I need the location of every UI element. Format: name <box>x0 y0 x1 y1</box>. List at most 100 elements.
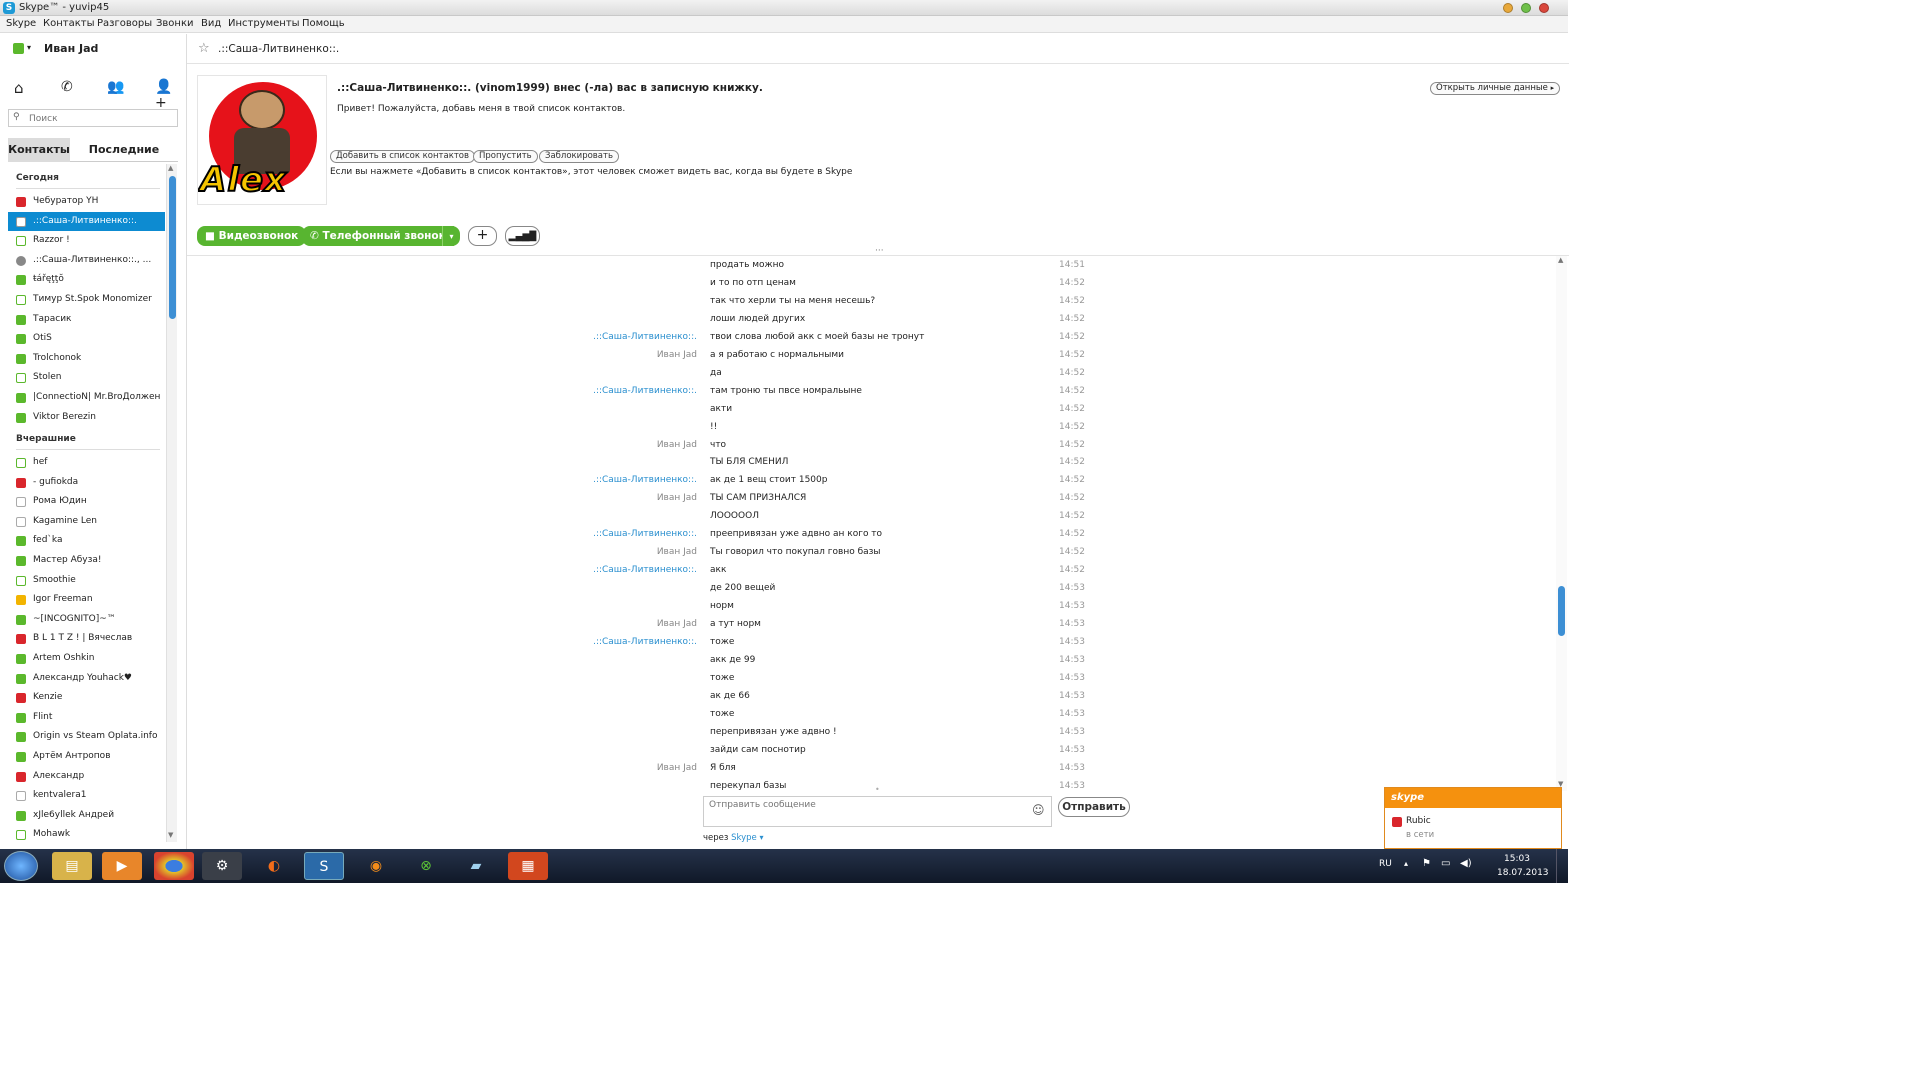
message-sender[interactable]: .::Саша-Литвиненко::. <box>593 475 697 485</box>
search-input[interactable] <box>29 112 174 125</box>
contact-row[interactable]: kentvalera1 <box>8 786 165 806</box>
menu-conversations[interactable]: Разговоры <box>97 18 152 29</box>
contact-row[interactable]: Viktor Berezin <box>8 408 165 428</box>
message-sender[interactable]: .::Саша-Литвиненко::. <box>593 529 697 539</box>
contact-row[interactable]: Александр <box>8 767 165 787</box>
explorer-icon[interactable]: ▤ <box>52 852 92 880</box>
contacts-scrollbar[interactable]: ▲ ▼ <box>166 164 177 842</box>
scroll-up-icon[interactable]: ▲ <box>1558 256 1563 264</box>
close-button[interactable] <box>1539 3 1549 13</box>
emoticon-icon[interactable]: ☺ <box>1032 803 1045 817</box>
message-sender[interactable]: Иван Jad <box>657 493 697 503</box>
contact-row[interactable]: B L 1 T Z ! | Вячеслав <box>8 629 165 649</box>
add-people-button[interactable]: + <box>468 226 497 246</box>
contact-row[interactable]: - gufiokda <box>8 473 165 493</box>
skype-taskbar-icon[interactable]: S <box>304 852 344 880</box>
tab-recent[interactable]: Последние <box>70 138 178 162</box>
menu-view[interactable]: Вид <box>201 18 221 29</box>
contact-row[interactable]: Smoothie <box>8 571 165 591</box>
contact-row[interactable]: Mohawk <box>8 825 165 845</box>
flag-icon[interactable]: ⚑ <box>1422 858 1431 869</box>
contact-row[interactable]: ~[INCOGNITO]~™ <box>8 610 165 630</box>
message-sender[interactable]: Иван Jad <box>657 440 697 450</box>
contact-row[interactable]: Тарасик <box>8 310 165 330</box>
network-icon[interactable]: ▭ <box>1441 858 1450 869</box>
tab-contacts[interactable]: Контакты <box>8 138 70 162</box>
open-profile-button[interactable]: Открыть личные данные ▸ <box>1430 82 1561 95</box>
message-sender[interactable]: .::Саша-Литвиненко::. <box>593 332 697 342</box>
contact-row[interactable]: Igor Freeman <box>8 590 165 610</box>
chrome-icon[interactable] <box>154 852 194 880</box>
media-player-icon[interactable]: ▶ <box>102 852 142 880</box>
menu-calls[interactable]: Звонки <box>156 18 194 29</box>
contact-row[interactable]: Artem Oshkin <box>8 649 165 669</box>
add-contact-icon[interactable]: 👤+ <box>155 79 183 111</box>
maximize-button[interactable] <box>1521 3 1531 13</box>
contact-row[interactable]: Kenzie <box>8 688 165 708</box>
menu-skype[interactable]: Skype <box>6 18 36 29</box>
clock-date[interactable]: 18.07.2013 <box>1497 868 1549 878</box>
contact-row[interactable]: Александр Youhack♥ <box>8 669 165 689</box>
contact-row[interactable]: Рома Юдин <box>8 492 165 512</box>
contact-row[interactable]: Чебуратор YH <box>8 192 165 212</box>
menu-tools[interactable]: Инструменты <box>228 18 300 29</box>
scroll-up-icon[interactable]: ▲ <box>168 164 173 172</box>
contact-row[interactable]: Origin vs Steam Oplata.info <box>8 727 165 747</box>
message-sender[interactable]: Иван Jad <box>657 350 697 360</box>
minimize-button[interactable] <box>1503 3 1513 13</box>
message-composer[interactable]: ☺ <box>703 796 1052 827</box>
phone-icon[interactable]: ✆ <box>61 79 73 95</box>
message-sender[interactable]: Иван Jad <box>657 619 697 629</box>
start-button[interactable] <box>4 851 38 881</box>
contact-row[interactable]: fed`ka <box>8 531 165 551</box>
clock-time[interactable]: 15:03 <box>1504 854 1530 864</box>
contact-row[interactable]: ŧářęţţŏ <box>8 270 165 290</box>
skip-button[interactable]: Пропустить <box>473 150 538 163</box>
menu-contacts[interactable]: Контакты <box>43 18 94 29</box>
notes-icon[interactable]: ▰ <box>456 852 496 880</box>
contact-row[interactable]: Артём Антропов <box>8 747 165 767</box>
favorite-star-icon[interactable]: ☆ <box>198 41 210 56</box>
chat-scrollbar[interactable]: ▲ ▼ <box>1556 256 1567 791</box>
scrollbar-thumb[interactable] <box>1558 586 1565 636</box>
scroll-down-icon[interactable]: ▼ <box>168 831 173 839</box>
volume-icon[interactable]: ◀) <box>1460 858 1472 869</box>
add-to-contacts-button[interactable]: Добавить в список контактов <box>330 150 476 163</box>
status-selector[interactable]: ▾ <box>13 43 37 55</box>
message-input[interactable] <box>709 800 1027 824</box>
contact-row[interactable]: Stolen <box>8 368 165 388</box>
send-button[interactable]: Отправить <box>1058 797 1130 817</box>
contact-row[interactable]: OtiS <box>8 329 165 349</box>
search-box[interactable]: ⚲ <box>8 109 178 127</box>
contact-row[interactable]: Тимур St.Spok Monomizer <box>8 290 165 310</box>
phone-call-button[interactable]: ✆ Телефонный звонок <box>302 226 454 246</box>
contacts-icon[interactable]: 👥 <box>107 79 124 95</box>
message-sender[interactable]: Иван Jad <box>657 763 697 773</box>
message-sender[interactable]: .::Саша-Литвиненко::. <box>593 386 697 396</box>
origin-icon[interactable]: ◐ <box>254 852 294 880</box>
call-options-dropdown[interactable]: ▾ <box>442 226 460 246</box>
message-sender[interactable]: .::Саша-Литвиненко::. <box>593 637 697 647</box>
contact-row[interactable]: |ConnectioN| Mr.BroДолжен <box>8 388 165 408</box>
contact-row[interactable]: Flint <box>8 708 165 728</box>
profile-name[interactable]: Иван Jad <box>44 42 98 55</box>
tray-arrow-icon[interactable]: ▴ <box>1404 859 1408 868</box>
menu-help[interactable]: Помощь <box>302 18 345 29</box>
home-icon[interactable]: ⌂ <box>14 79 24 97</box>
message-sender[interactable]: Иван Jad <box>657 547 697 557</box>
contact-row[interactable]: hef <box>8 453 165 473</box>
contact-row[interactable]: Razzor ! <box>8 231 165 251</box>
app-orange-icon[interactable]: ◉ <box>356 852 396 880</box>
contact-row[interactable]: .::Саша-Литвиненко::. <box>8 211 165 232</box>
contact-row[interactable]: Мастер Абуза! <box>8 551 165 571</box>
xbox-icon[interactable]: ⊗ <box>406 852 446 880</box>
steam-icon[interactable]: ⚙ <box>202 852 242 880</box>
contact-row[interactable]: xJle6yllek Андрей <box>8 806 165 826</box>
scrollbar-thumb[interactable] <box>169 176 176 319</box>
video-call-button[interactable]: ■ Видеозвонок <box>197 226 307 246</box>
block-button[interactable]: Заблокировать <box>539 150 619 163</box>
message-sender[interactable]: .::Саша-Литвиненко::. <box>593 565 697 575</box>
language-indicator[interactable]: RU <box>1379 859 1392 869</box>
contact-row[interactable]: Trolchonok <box>8 349 165 369</box>
via-selector[interactable]: через Skype ▾ <box>703 833 764 843</box>
